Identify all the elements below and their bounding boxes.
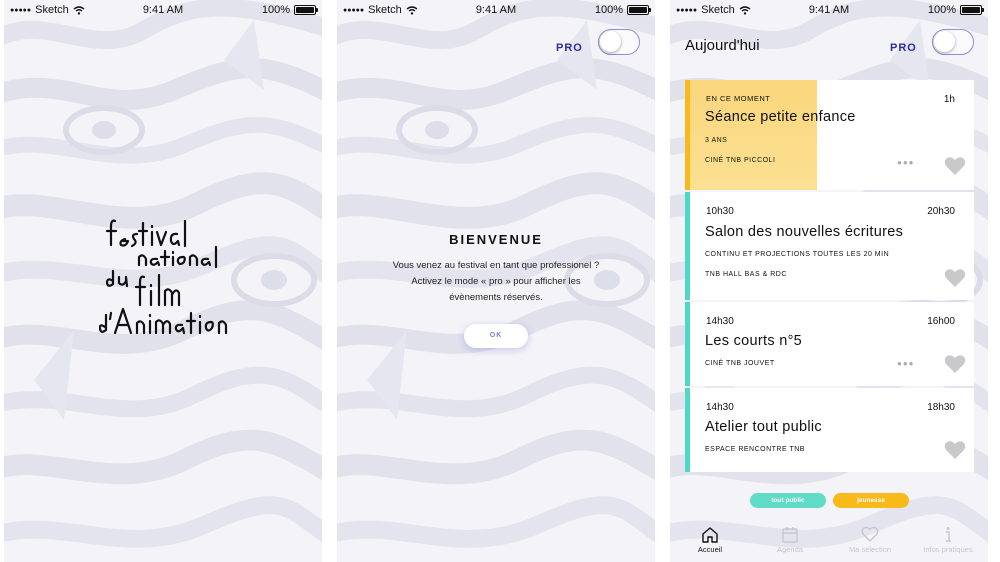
event-venue: CINÉ TNB JOUVET [705,360,775,367]
tab-label: Accueil [697,545,723,554]
event-venue: CINÉ TNB PICCOLI [705,157,776,164]
battery-icon [627,5,651,15]
agenda-screen: ●●●●● Sketch 9:41 AM 100% Aujourd'hui PR… [670,0,988,562]
pro-label: PRO [556,42,583,54]
event-card[interactable]: 14h30 16h00 Les courts n°5 CINÉ TNB JOUV… [685,302,974,386]
page-title: Aujourd'hui [685,37,760,54]
event-end: 20h30 [927,206,955,217]
heart-icon[interactable] [944,268,966,288]
calendar-icon [782,527,798,543]
festival-logo [99,219,228,335]
tab-label: Infos pratiques [923,545,973,554]
event-start: 10h30 [706,206,734,217]
event-title: Les courts n°5 [705,333,803,349]
pro-mode-toggle[interactable] [932,29,974,55]
event-start: 14h30 [706,316,734,327]
toggle-knob [600,31,621,52]
welcome-screen: ●●●●● Sketch 9:41 AM 100% PRO BIENVENUE … [337,0,655,562]
event-detail: CONTINU ET PROJECTIONS TOUTES LES 20 MIN [705,251,890,258]
heart-icon [861,526,879,542]
event-end: 16h00 [927,316,955,327]
event-end: 1h [943,94,955,105]
event-start: EN CE MOMENT [706,94,771,103]
status-bar: ●●●●● Sketch 9:41 AM 100% [4,0,322,20]
tab-accueil[interactable]: Accueil [670,526,750,554]
battery-percent: 100% [594,4,623,16]
event-card[interactable]: EN CE MOMENT 1h Séance petite enfance 3 … [685,80,974,190]
event-venue: ESPACE RENCONTRE TNB [705,446,805,453]
heart-icon[interactable] [944,440,966,460]
welcome-title: BIENVENUE [449,232,543,247]
toggle-knob [934,31,955,52]
tab-bar: Accueil Agenda Ma sélection Infos pratiq… [670,526,988,562]
event-title: Salon des nouvelles écritures [705,224,904,240]
ok-button[interactable]: OK [464,324,528,348]
battery-icon [294,5,318,15]
welcome-message: Vous venez au festival en tant que profe… [392,260,600,303]
jeunesse-pill[interactable]: jeunesse [833,493,909,508]
heart-icon[interactable] [944,354,966,374]
tab-label: Agenda [777,545,803,554]
event-card[interactable]: 10h30 20h30 Salon des nouvelles écriture… [685,192,974,300]
status-bar: ●●●●● Sketch 9:41 AM 100% [670,0,988,20]
more-options-icon[interactable]: ●●● [897,158,915,167]
heart-icon[interactable] [944,156,966,176]
splash-screen: ●●●●● Sketch 9:41 AM 100% [4,0,322,562]
tab-ma-selection[interactable]: Ma sélection [830,526,910,554]
battery-percent: 100% [261,4,290,16]
more-options-icon[interactable]: ●●● [897,359,915,368]
status-bar: ●●●●● Sketch 9:41 AM 100% [337,0,655,20]
event-title: Atelier tout public [705,419,822,435]
event-card[interactable]: 14h30 18h30 Atelier tout public ESPACE R… [685,388,974,472]
battery-percent: 100% [927,4,956,16]
event-end: 18h30 [927,402,955,413]
pro-mode-toggle[interactable] [598,29,640,55]
category-legend: tout public jeunesse [670,493,988,509]
event-venue: TNB HALL BAS & RDC [705,271,787,278]
info-icon [946,527,951,542]
event-title: Séance petite enfance [705,109,856,125]
tout-public-pill[interactable]: tout public [750,493,826,508]
tab-agenda[interactable]: Agenda [750,526,830,554]
event-age: 3 ANS [705,137,728,144]
tab-infos-pratiques[interactable]: Infos pratiques [908,526,988,554]
tab-label: Ma sélection [848,545,892,554]
pro-label: PRO [890,42,917,54]
battery-icon [960,5,984,15]
event-start: 14h30 [706,402,734,413]
home-icon [702,527,718,543]
